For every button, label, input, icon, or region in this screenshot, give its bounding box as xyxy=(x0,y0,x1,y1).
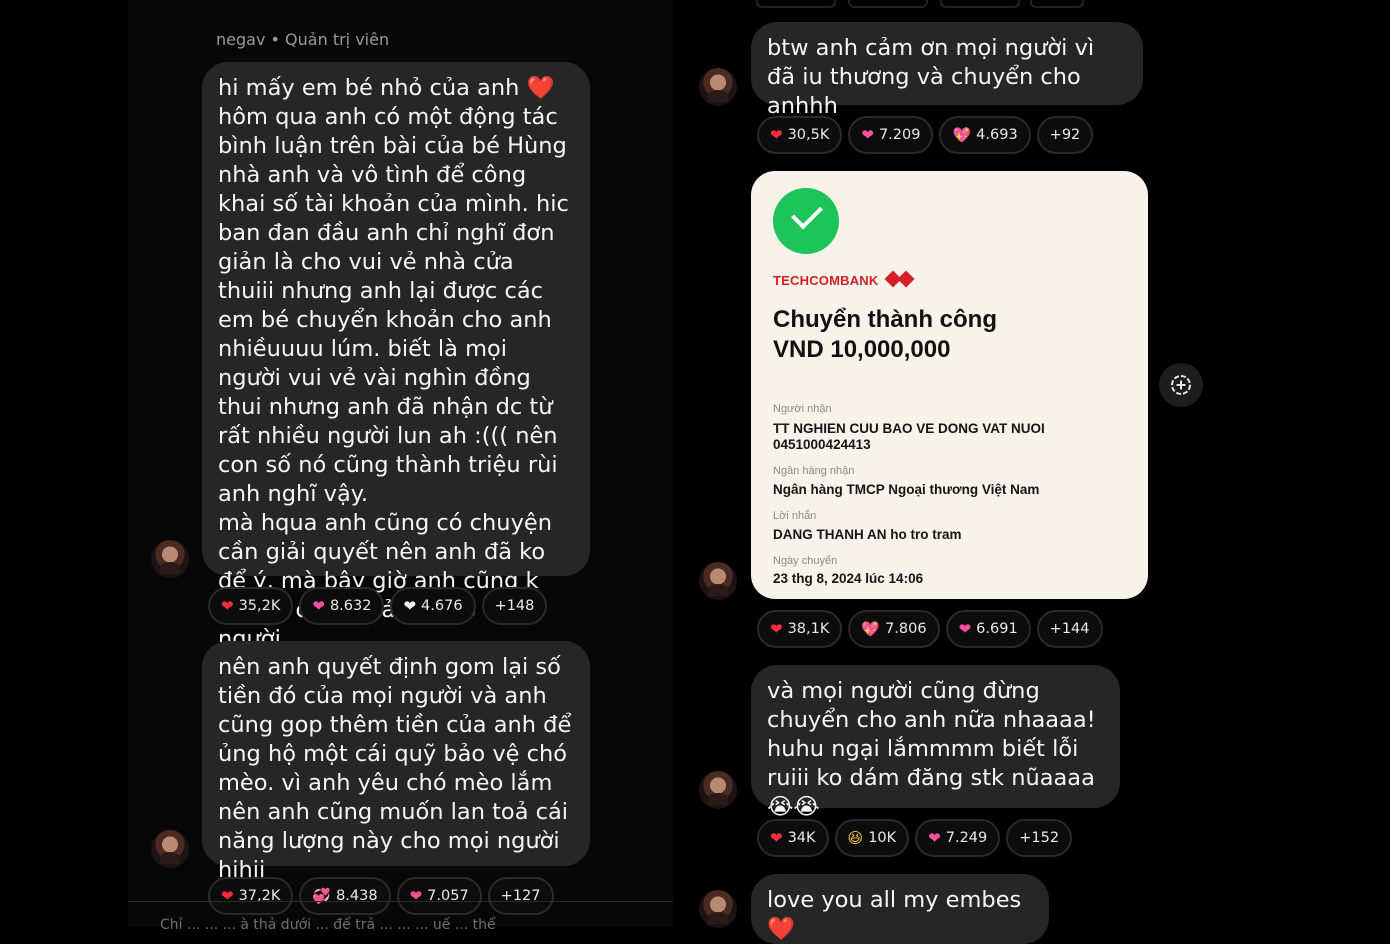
add-reaction-glyph xyxy=(1171,375,1191,395)
avatar[interactable] xyxy=(151,540,189,578)
reaction-count: 35,2K xyxy=(238,598,281,614)
more-reactions-pill[interactable]: +148 xyxy=(481,587,548,625)
reaction-bar[interactable]: ❤ 30,5K ❤ 7.209 💖 4.693 +92 xyxy=(757,116,1094,154)
sparkling-heart-icon: 💖 xyxy=(952,125,972,144)
more-reactions-pill[interactable]: +92 xyxy=(1036,116,1094,154)
sender-header: negav • Quản trị viên xyxy=(216,30,389,49)
cut-reaction-pill xyxy=(756,0,836,8)
sparkling-heart-icon: 💖 xyxy=(861,619,881,638)
reaction-count: 4.676 xyxy=(421,598,463,614)
reaction-count: +92 xyxy=(1049,127,1081,143)
check-circle-icon xyxy=(773,188,839,254)
heart-pink-icon: ❤ xyxy=(928,828,941,847)
receipt-amount: VND 10,000,000 xyxy=(773,336,951,363)
reaction-count: 6.691 xyxy=(976,621,1018,637)
avatar[interactable] xyxy=(699,562,737,600)
bank-value: Ngân hàng TMCP Ngoại thương Việt Nam xyxy=(773,482,1040,497)
reaction-count: 34K xyxy=(787,830,816,846)
separator-dot: • xyxy=(270,30,286,49)
heart-pink-icon: ❤ xyxy=(312,596,325,615)
reaction-pill[interactable]: ❤ 4.676 xyxy=(390,587,476,625)
more-reactions-pill[interactable]: +144 xyxy=(1036,610,1103,648)
reaction-bar[interactable]: ❤ 34K 😆 10K ❤ 7.249 +152 xyxy=(757,819,1073,857)
avatar[interactable] xyxy=(699,890,737,928)
divider xyxy=(128,901,673,902)
recipient-account: 0451000424413 xyxy=(773,437,871,452)
bank-label: Ngân hàng nhận xyxy=(773,465,855,477)
reaction-count: 4.693 xyxy=(976,127,1018,143)
recipient-label: Người nhận xyxy=(773,403,832,415)
recipient-name: TT NGHIEN CUU BAO VE DONG VAT NUOI xyxy=(773,421,1045,436)
reaction-pill[interactable]: ❤ 30,5K xyxy=(757,116,843,154)
cut-reaction-pill xyxy=(848,0,928,8)
heart-red-icon: ❤ xyxy=(770,125,783,144)
reaction-pill[interactable]: ❤ 35,2K xyxy=(208,587,294,625)
more-reactions-pill[interactable]: +152 xyxy=(1006,819,1073,857)
reaction-pill[interactable]: ❤ 7.209 xyxy=(848,116,934,154)
message-value: DANG THANH AN ho tro tram xyxy=(773,527,962,542)
reaction-count: +148 xyxy=(494,598,535,614)
cut-reaction-pill xyxy=(940,0,1020,8)
avatar[interactable] xyxy=(151,830,189,868)
reaction-bar[interactable]: ❤ 37,2K 💞 8.438 ❤ 7.057 +127 xyxy=(208,877,554,915)
laugh-face-icon: 😆 xyxy=(847,828,864,847)
avatar[interactable] xyxy=(699,68,737,106)
reaction-pill[interactable]: ❤ 7.057 xyxy=(396,877,482,915)
reaction-count: +152 xyxy=(1019,830,1060,846)
reaction-pill[interactable]: ❤ 8.632 xyxy=(299,587,385,625)
avatar[interactable] xyxy=(699,771,737,809)
reaction-bar[interactable]: ❤ 35,2K ❤ 8.632 ❤ 4.676 +148 xyxy=(208,587,548,625)
cut-off-text: Chỉ ... ... ... à thả dưới ... để trả ..… xyxy=(160,917,496,933)
reaction-pill[interactable]: 💞 8.438 xyxy=(299,877,391,915)
cut-reaction-pill xyxy=(1030,0,1084,8)
message-label: Lời nhắn xyxy=(773,510,817,522)
reaction-count: 38,1K xyxy=(787,621,830,637)
message-bubble[interactable]: và mọi người cũng đừng chuyển cho anh nữ… xyxy=(751,665,1120,820)
heart-pink-icon: ❤ xyxy=(958,619,972,638)
add-reaction-icon[interactable] xyxy=(1159,363,1203,407)
reaction-count: 30,5K xyxy=(787,127,830,143)
heart-red-icon: ❤ xyxy=(770,828,783,847)
reaction-pill[interactable]: ❤ 38,1K xyxy=(757,610,843,648)
transfer-receipt-image[interactable]: TECHCOMBANK Chuyển thành công VND 10,000… xyxy=(751,171,1148,599)
reaction-count: 7.806 xyxy=(885,621,927,637)
reaction-pill[interactable]: ❤ 6.691 xyxy=(945,610,1031,648)
heart-pink-icon: ❤ xyxy=(861,125,874,144)
message-bubble[interactable]: hi mấy em bé nhỏ của anh ❤️ hôm qua anh … xyxy=(202,62,590,652)
reaction-count: 7.209 xyxy=(878,127,921,143)
techcombank-logo-icon xyxy=(884,270,916,289)
reaction-pill[interactable]: ❤ 37,2K xyxy=(208,877,294,915)
heart-red-icon: ❤ xyxy=(770,619,783,638)
message-bubble[interactable]: nên anh quyết định gom lại số tiền đó củ… xyxy=(202,641,590,883)
reaction-pill[interactable]: ❤ 34K xyxy=(757,819,829,857)
date-value: 23 thg 8, 2024 lúc 14:06 xyxy=(773,571,924,586)
reaction-pill[interactable]: 💖 7.806 xyxy=(848,610,940,648)
sender-name[interactable]: negav xyxy=(216,30,265,49)
reaction-pill[interactable]: ❤ 7.249 xyxy=(915,819,1001,857)
reaction-count: 10K xyxy=(868,830,897,846)
reaction-count: 8.632 xyxy=(329,598,372,614)
reaction-count: 7.249 xyxy=(945,830,988,846)
reaction-bar[interactable]: ❤ 38,1K 💖 7.806 ❤ 6.691 +144 xyxy=(757,610,1103,648)
sender-role: Quản trị viên xyxy=(285,30,390,49)
more-reactions-pill[interactable]: +127 xyxy=(487,877,554,915)
reaction-pill[interactable]: 💖 4.693 xyxy=(939,116,1031,154)
message-bubble[interactable]: love you all my embes ❤️ xyxy=(751,874,1049,944)
reaction-count: +144 xyxy=(1049,621,1090,637)
bank-name: TECHCOMBANK xyxy=(773,272,879,288)
reaction-pill[interactable]: 😆 10K xyxy=(834,819,910,857)
receipt-status: Chuyển thành công xyxy=(773,306,997,333)
date-label: Ngày chuyển xyxy=(773,555,838,567)
bank-logo: TECHCOMBANK xyxy=(773,270,916,289)
heart-white-icon: ❤ xyxy=(403,596,417,615)
receipt-title-block: Chuyển thành công VND 10,000,000 xyxy=(773,305,997,365)
heart-red-icon: ❤ xyxy=(221,596,234,615)
message-bubble[interactable]: btw anh cảm ơn mọi người vì đã iu thương… xyxy=(751,22,1143,119)
